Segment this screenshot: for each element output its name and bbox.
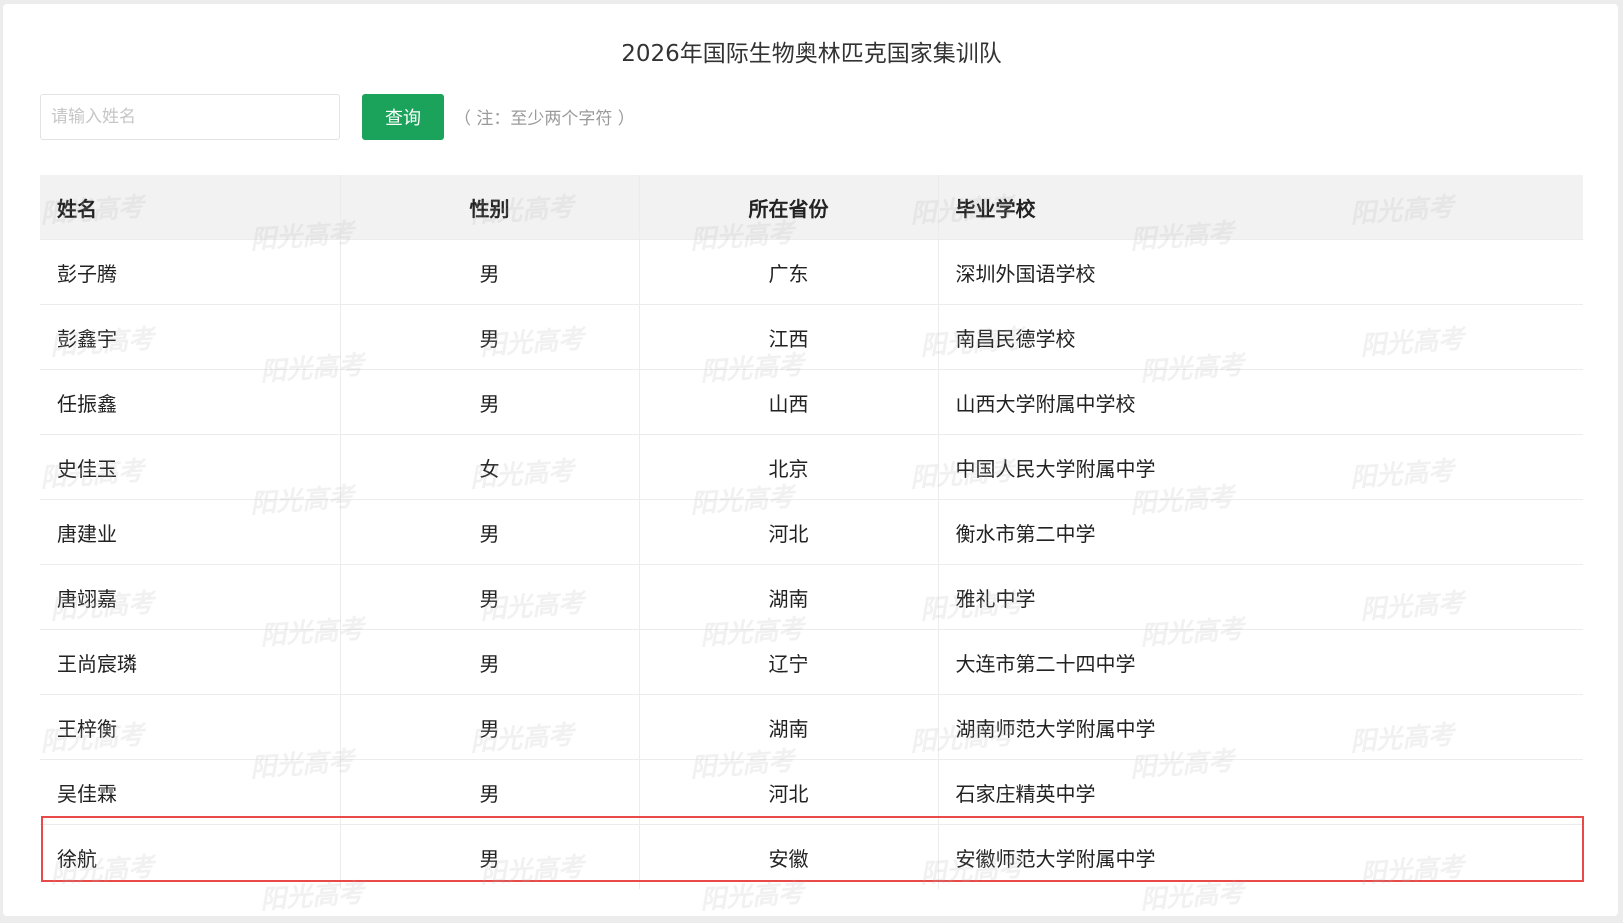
cell-province: 山西: [639, 369, 939, 435]
cell-school: 石家庄精英中学: [938, 759, 1583, 825]
cell-gender: 男: [340, 369, 640, 435]
cell-name: 彭鑫宇: [40, 304, 341, 370]
cell-name: 徐航: [40, 824, 341, 889]
cell-name: 彭子腾: [40, 239, 341, 305]
cell-name: 王尚宸璘: [40, 629, 341, 695]
cell-province: 湖南: [639, 564, 939, 630]
table-row: 任振鑫男山西 山西大学附属中学校: [40, 369, 1583, 435]
cell-province: 江西: [639, 304, 939, 370]
query-button[interactable]: 查询: [362, 94, 444, 140]
cell-gender: 女: [340, 434, 640, 500]
cell-school: 中国人民大学附属中学: [938, 434, 1583, 500]
table-row: 史佳玉女北京 中国人民大学附属中学: [40, 434, 1583, 500]
cell-name: 王梓衡: [40, 694, 341, 760]
column-header-province: 所在省份: [639, 175, 939, 240]
cell-name: 唐翊嘉: [40, 564, 341, 630]
cell-name: 史佳玉: [40, 434, 341, 500]
cell-school: 深圳外国语学校: [938, 239, 1583, 305]
cell-school: 雅礼中学: [938, 564, 1583, 630]
page-title: 2026年国际生物奥林匹克国家集训队: [621, 41, 1002, 67]
cell-school: 湖南师范大学附属中学: [938, 694, 1583, 760]
cell-gender: 男: [340, 304, 640, 370]
cell-school: 山西大学附属中学校: [938, 369, 1583, 435]
cell-province: 安徽: [639, 824, 939, 889]
cell-province: 北京: [639, 434, 939, 500]
cell-school: 衡水市第二中学: [938, 499, 1583, 565]
column-header-school: 毕业学校: [938, 175, 1583, 240]
cell-gender: 男: [340, 694, 640, 760]
table-row: 唐建业男河北 衡水市第二中学: [40, 499, 1583, 565]
cell-name: 任振鑫: [40, 369, 341, 435]
cell-gender: 男: [340, 759, 640, 825]
column-header-gender: 性别: [340, 175, 640, 240]
cell-name: 吴佳霖: [40, 759, 341, 825]
cell-province: 河北: [639, 759, 939, 825]
cell-gender: 男: [340, 239, 640, 305]
name-search-input[interactable]: [40, 94, 340, 140]
cell-province: 河北: [639, 499, 939, 565]
table-row: 彭鑫宇男江西 南昌民德学校: [40, 304, 1583, 370]
cell-province: 辽宁: [639, 629, 939, 695]
cell-gender: 男: [340, 824, 640, 889]
table-row: 吴佳霖男河北 石家庄精英中学: [40, 759, 1583, 825]
cell-school: 南昌民德学校: [938, 304, 1583, 370]
cell-gender: 男: [340, 499, 640, 565]
results-table: 姓名 性别 所在省份 毕业学校 彭子腾男广东 深圳外国语学校 彭鑫宇男江西 南昌民德学…: [40, 175, 1583, 889]
column-header-name: 姓名: [40, 175, 341, 240]
table-header-row: 姓名 性别 所在省份 毕业学校: [40, 175, 1583, 240]
table-row: 彭子腾男广东 深圳外国语学校: [40, 239, 1583, 305]
cell-school: 安徽师范大学附属中学: [955, 846, 1156, 871]
table-row: 唐翊嘉男湖南 雅礼中学: [40, 564, 1583, 630]
search-hint: （ 注：至少两个字符 ）: [454, 109, 635, 129]
cell-gender: 男: [340, 564, 640, 630]
table-row: 徐航男安徽 安徽师范大学附属中学: [40, 824, 1583, 889]
results-table-wrapper: 姓名 性别 所在省份 毕业学校 彭子腾男广东 深圳外国语学校 彭鑫宇男江西 南昌民德学…: [40, 175, 1583, 889]
table-row: 王梓衡男湖南 湖南师范大学附属中学: [40, 694, 1583, 760]
table-row: 王尚宸璘男辽宁 大连市第二十四中学: [40, 629, 1583, 695]
cell-name: 唐建业: [40, 499, 341, 565]
cell-province: 广东: [639, 239, 939, 305]
cell-school: 大连市第二十四中学: [938, 629, 1583, 695]
cell-gender: 男: [340, 629, 640, 695]
cell-province: 湖南: [639, 694, 939, 760]
